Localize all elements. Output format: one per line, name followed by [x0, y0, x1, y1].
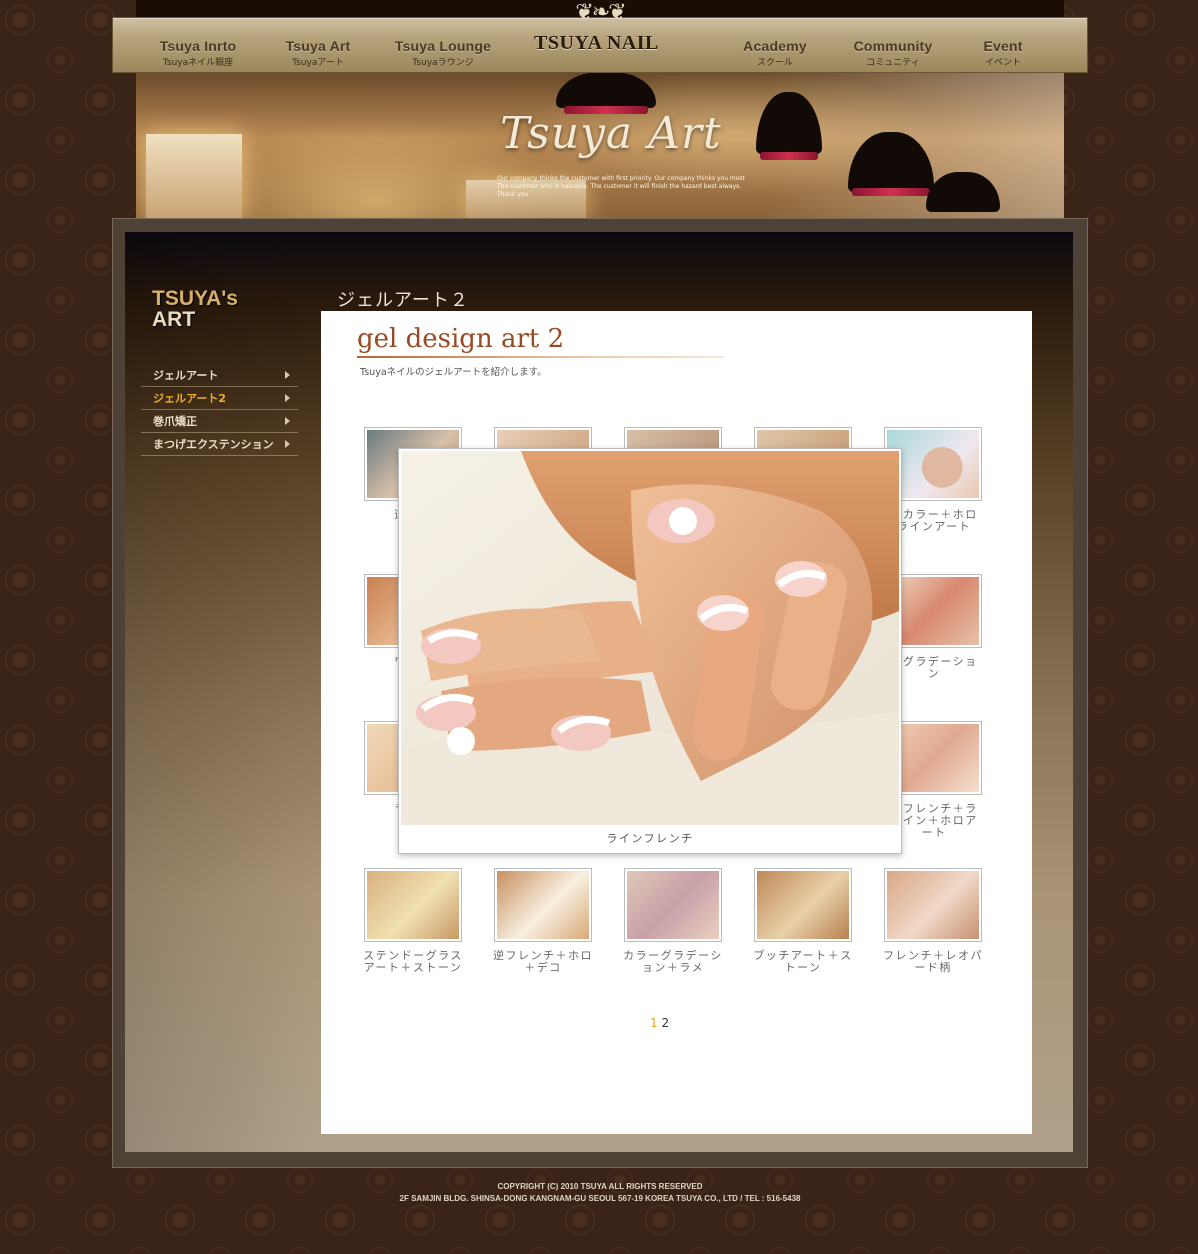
gallery-thumbnail[interactable]	[754, 868, 852, 942]
nav-sublabel: Tsuyaアート	[292, 58, 344, 68]
logo-text: TSUYA NAIL	[534, 32, 659, 54]
pendant-lamp-rim	[760, 152, 818, 160]
hero-title: Tsuya Art	[500, 108, 722, 159]
content-heading: gel design art 2	[357, 324, 565, 354]
nav-community[interactable]: Community コミュニティ	[843, 38, 943, 68]
gallery-thumbnail[interactable]	[364, 868, 462, 942]
content-subheading: Tsuyaネイルのジェルアートを紹介します。	[360, 367, 547, 378]
sidebar-item-eyelash-extension[interactable]: まつげエクステンション	[141, 433, 298, 456]
pendant-lamp-icon	[556, 72, 656, 108]
lounge-wall-light	[146, 134, 242, 220]
nav-label: Academy	[743, 38, 807, 54]
footer: COPYRIGHT (C) 2010 TSUYA ALL RIGHTS RESE…	[300, 1181, 900, 1205]
nail-photo-icon	[401, 451, 899, 825]
sidebar-item-label: まつげエクステンション	[153, 438, 274, 451]
gallery-thumbnail[interactable]	[884, 868, 982, 942]
nav-sublabel: コミュニティ	[866, 58, 920, 68]
sidebar-item-label: ジェルアート	[153, 369, 219, 382]
heading-underline	[357, 356, 724, 358]
sidebar-item-label: 巻爪矯正	[153, 415, 197, 428]
hero-tagline: Our company thinks the customer with fir…	[497, 175, 745, 198]
nav-tsuya-lounge[interactable]: Tsuya Lounge Tsuyaラウンジ	[393, 38, 493, 68]
footer-copyright: COPYRIGHT (C) 2010 TSUYA ALL RIGHTS RESE…	[497, 1182, 703, 1191]
nav-sublabel: Tsuyaラウンジ	[412, 58, 474, 68]
nav-label: Event	[983, 38, 1023, 54]
gallery-caption: 逆フレンチ＋ホロ ＋デコ	[493, 949, 593, 974]
gallery-caption: ブッチアート＋ス トーン	[753, 949, 853, 974]
sidebar-title-line2: ART	[152, 308, 196, 331]
nav-academy[interactable]: Academy スクール	[730, 38, 820, 68]
nav-sublabel: イベント	[984, 58, 1021, 68]
arrow-right-icon	[285, 440, 290, 448]
sidebar-item-gel-art[interactable]: ジェルアート	[141, 364, 298, 387]
popup-caption: ラインフレンチ	[606, 832, 694, 845]
gallery-caption: カラーグラデーシ ョン＋ラメ	[623, 949, 723, 974]
arrow-right-icon	[285, 371, 290, 379]
nav-tsuya-art[interactable]: Tsuya Art Tsuyaアート	[273, 38, 363, 68]
page-title: ジェルアート２	[337, 290, 469, 311]
pendant-lamp-rim	[852, 188, 930, 196]
page-link-current[interactable]: 1	[650, 1016, 658, 1030]
nav-label: Tsuya Lounge	[394, 38, 492, 54]
sidebar-item-gel-art-2[interactable]: ジェルアート2	[141, 387, 298, 410]
arrow-right-icon	[285, 417, 290, 425]
sidebar-item-ingrown-nail[interactable]: 巻爪矯正	[141, 410, 298, 433]
popup-image	[401, 451, 899, 825]
sidebar-title: TSUYA's ART	[152, 288, 238, 330]
nav-sublabel: Tsuyaネイル銀座	[162, 58, 234, 68]
nav-label: Tsuya Art	[285, 38, 351, 54]
nav-tsuya-intro[interactable]: Tsuya Inrto Tsuyaネイル銀座	[153, 38, 243, 68]
gallery-thumbnail[interactable]	[624, 868, 722, 942]
sidebar-item-label: ジェルアート2	[153, 392, 226, 405]
image-popup[interactable]: ラインフレンチ	[398, 448, 902, 854]
gallery-thumbnail[interactable]	[494, 868, 592, 942]
nav-sublabel: スクール	[756, 58, 793, 68]
arrow-right-icon	[285, 394, 290, 402]
logo-ornament-icon: ❦❧❦	[575, 0, 626, 25]
gallery-caption: フレンチ＋レオパ ード柄	[883, 949, 983, 974]
gallery-caption: ステンドーグラス アート＋ストーン	[363, 949, 463, 974]
nav-label: Community	[853, 38, 933, 54]
nav-label: Tsuya Inrto	[159, 38, 237, 54]
nav-event[interactable]: Event イベント	[963, 38, 1043, 68]
footer-address: 2F SAMJIN BLDG. SHINSA-DONG KANGNAM-GU S…	[399, 1194, 801, 1203]
page-link[interactable]: 2	[661, 1016, 669, 1030]
pagination: 1 2	[650, 1016, 669, 1030]
sidebar-title-line1: TSUYA's	[152, 287, 238, 310]
site-logo[interactable]: ❦❧❦ TSUYA NAIL	[512, 0, 688, 66]
